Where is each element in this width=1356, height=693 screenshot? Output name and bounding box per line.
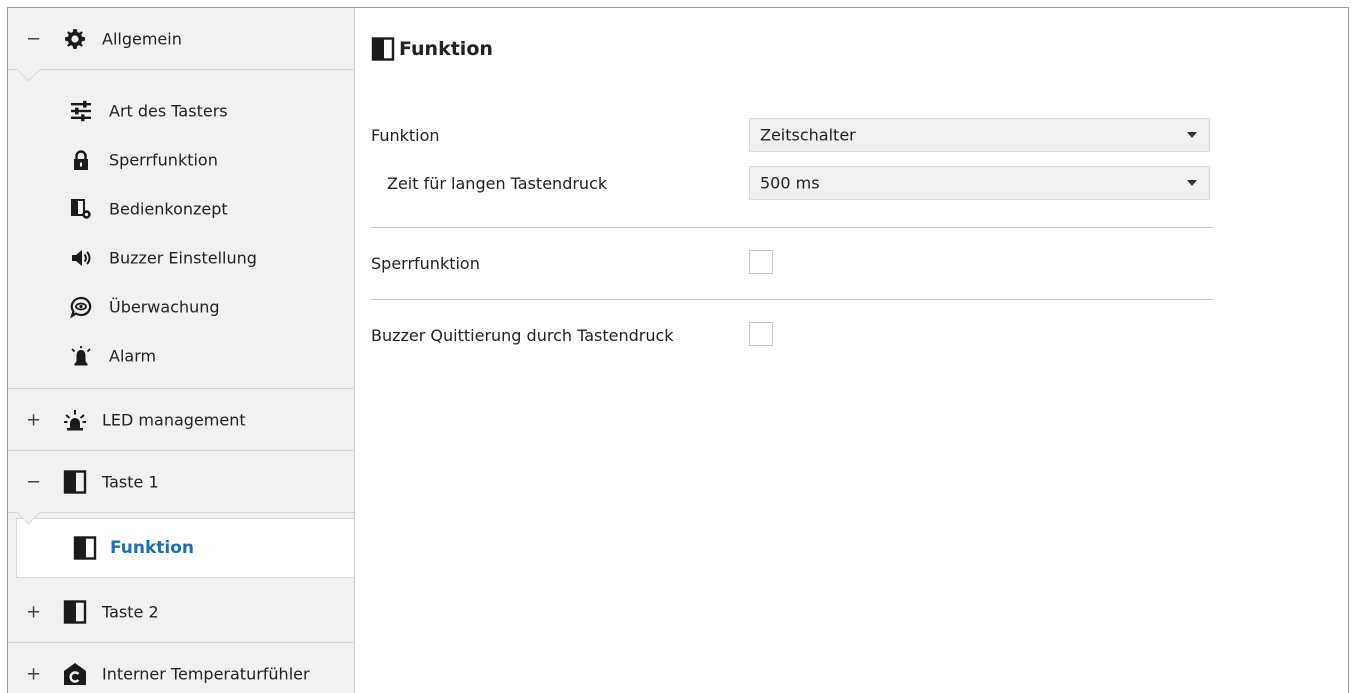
sidebar-group-taste-1[interactable]: − Taste 1 — [8, 451, 354, 525]
zeit-label: Zeit für langen Tastendruck — [387, 174, 608, 193]
alarm-bell-icon — [71, 346, 91, 366]
panel-gear-icon — [71, 199, 91, 219]
button-panel-icon — [73, 536, 97, 560]
page-title-text: Funktion — [399, 38, 493, 60]
led-light-icon — [64, 409, 86, 430]
expand-toggle[interactable]: + — [26, 409, 41, 430]
window-frame: − Allgemein Art des Tasters Sperrfunktio… — [7, 7, 1349, 693]
button-panel-icon — [63, 469, 87, 494]
expand-toggle[interactable]: + — [26, 601, 41, 622]
sidebar-item-label: Alarm — [109, 346, 157, 366]
section-divider — [371, 227, 1213, 228]
section-divider — [371, 299, 1213, 300]
buzzer-quittierung-label: Buzzer Quittierung durch Tastendruck — [371, 326, 674, 345]
sidebar: − Allgemein Art des Tasters Sperrfunktio… — [8, 8, 355, 693]
sidebar-item-label: Überwachung — [109, 297, 220, 317]
sidebar-item-label: Funktion — [110, 538, 195, 558]
temperature-sensor-icon — [64, 663, 86, 685]
allgemein-sublist: Art des Tasters Sperrfunktion Bedienkonz… — [8, 70, 354, 389]
sidebar-group-led-management[interactable]: + LED management — [8, 389, 354, 451]
speaker-icon — [72, 250, 91, 266]
sidebar-item-funktion-active[interactable]: Funktion — [16, 518, 354, 578]
sidebar-group-label: LED management — [102, 410, 246, 429]
sperrfunktion-label: Sperrfunktion — [371, 254, 480, 273]
button-panel-icon — [63, 599, 87, 624]
expand-toggle[interactable]: + — [26, 664, 41, 685]
sidebar-item-ueberwachung[interactable]: Überwachung — [8, 283, 354, 331]
collapse-toggle[interactable]: − — [26, 471, 41, 492]
sidebar-item-art-des-tasters[interactable]: Art des Tasters — [8, 87, 354, 135]
sidebar-group-label: Allgemein — [102, 29, 182, 48]
button-panel-icon — [371, 37, 395, 61]
buzzer-quittierung-checkbox[interactable] — [749, 322, 773, 346]
lock-icon — [74, 150, 88, 170]
funktion-select-value: Zeitschalter — [760, 125, 856, 145]
sidebar-group-taste-2[interactable]: + Taste 2 — [8, 581, 354, 643]
chevron-down-icon — [1187, 180, 1197, 186]
funktion-select[interactable]: Zeitschalter — [749, 118, 1210, 152]
sperrfunktion-checkbox[interactable] — [749, 250, 773, 274]
sidebar-item-label: Buzzer Einstellung — [109, 248, 257, 268]
funktion-label: Funktion — [371, 126, 440, 145]
sidebar-item-sperrfunktion[interactable]: Sperrfunktion — [8, 136, 354, 184]
chevron-down-icon — [1187, 132, 1197, 138]
sidebar-group-allgemein[interactable]: − Allgemein — [8, 8, 354, 82]
zeit-select-value: 500 ms — [760, 173, 820, 193]
sidebar-item-buzzer-einstellung[interactable]: Buzzer Einstellung — [8, 234, 354, 282]
sidebar-item-label: Sperrfunktion — [109, 150, 218, 170]
sidebar-group-label: Taste 2 — [102, 602, 159, 621]
page-title: Funktion — [371, 36, 493, 62]
sidebar-item-label: Art des Tasters — [109, 101, 228, 121]
sidebar-item-bedienkonzept[interactable]: Bedienkonzept — [8, 185, 354, 233]
taste1-sublist: Funktion — [8, 513, 354, 585]
gear-icon — [65, 28, 85, 49]
eye-bubble-icon — [70, 296, 92, 318]
sidebar-item-label: Bedienkonzept — [109, 199, 228, 219]
sliders-icon — [71, 100, 91, 122]
zeit-select[interactable]: 500 ms — [749, 166, 1210, 200]
sidebar-item-alarm[interactable]: Alarm — [8, 332, 354, 380]
sidebar-group-label: Interner Temperaturfühler — [102, 664, 310, 684]
sidebar-group-label: Taste 1 — [102, 472, 159, 491]
collapse-toggle[interactable]: − — [26, 28, 41, 49]
main-panel: Funktion Funktion Zeitschalter Zeit für … — [355, 8, 1348, 693]
sidebar-group-interner-temperaturfuehler[interactable]: + Interner Temperaturfühler — [8, 643, 354, 693]
